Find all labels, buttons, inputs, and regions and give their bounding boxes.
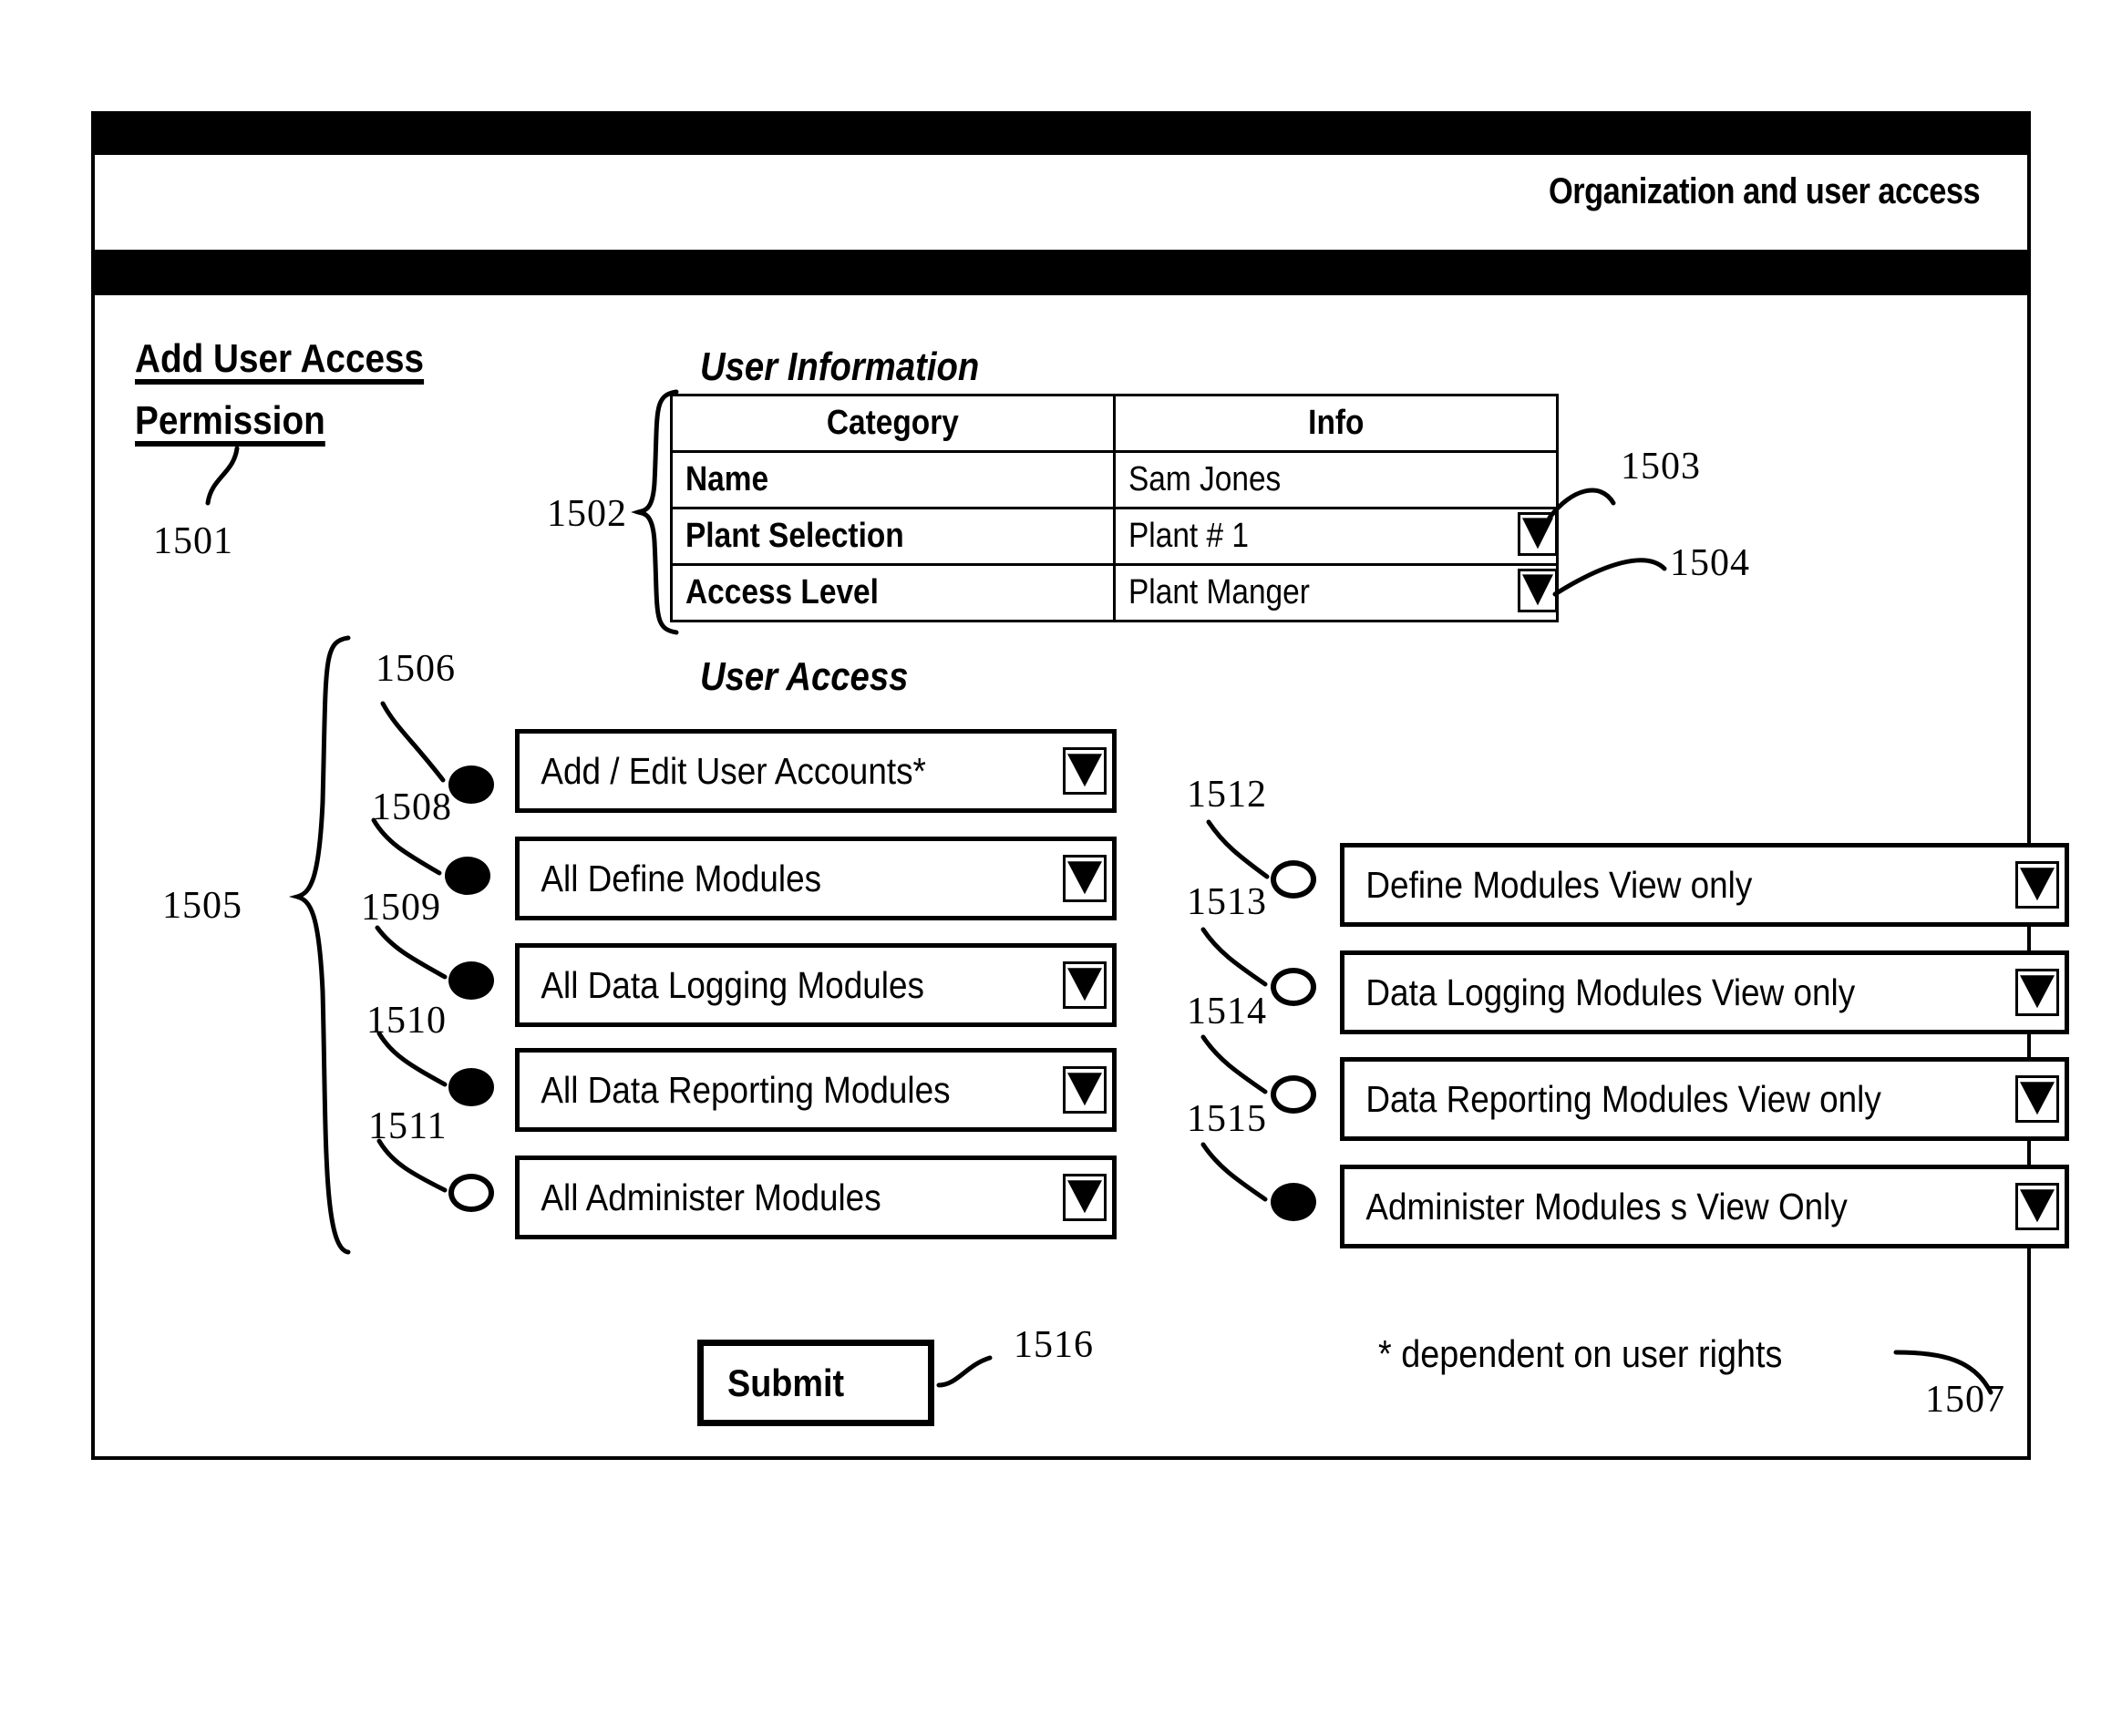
ref-1504: 1504	[1670, 542, 1750, 584]
row-label-plant-selection: Plant Selection	[670, 507, 1116, 566]
access-level-dropdown[interactable]	[1518, 569, 1558, 621]
ref-1501: 1501	[153, 520, 233, 562]
option-label: Add / Edit User Accounts*	[541, 749, 926, 792]
option-label: All Data Reporting Modules	[541, 1068, 951, 1111]
ref-1505: 1505	[162, 885, 242, 927]
chevron-down-icon[interactable]	[1063, 1174, 1107, 1221]
footnote-text: * dependent on user rights	[1378, 1332, 1783, 1375]
table-header-row: Category Info	[670, 394, 1559, 453]
option-add-edit-user-accounts[interactable]: Add / Edit User Accounts*	[515, 729, 1117, 813]
option-label: Data Logging Modules View only	[1365, 971, 1856, 1013]
submit-button[interactable]: Submit	[697, 1340, 934, 1426]
column-header-info: Info	[1113, 394, 1559, 453]
row-value-name: Sam Jones	[1113, 450, 1559, 509]
radio-data-logging-modules-view-only[interactable]	[1271, 968, 1316, 1006]
patent-figure-page: Organization and user access Add User Ac…	[0, 0, 2122, 1736]
ref-1513: 1513	[1187, 881, 1267, 923]
option-label: Data Reporting Modules View only	[1365, 1077, 1881, 1120]
radio-define-modules-view-only[interactable]	[1271, 860, 1316, 899]
ref-1503: 1503	[1621, 446, 1701, 488]
titlebar-top-band	[95, 115, 2027, 155]
ref-1509: 1509	[361, 887, 441, 929]
user-information-table: Category Info Name Sam Jones Plant Selec…	[670, 394, 1559, 622]
table-row: Name Sam Jones	[670, 450, 1559, 509]
user-information-title-text: User Information	[700, 344, 980, 389]
ref-1515: 1515	[1187, 1098, 1267, 1140]
ref-1507: 1507	[1925, 1379, 2005, 1421]
option-all-data-reporting-modules[interactable]: All Data Reporting Modules	[515, 1048, 1117, 1132]
chevron-down-icon[interactable]	[2015, 969, 2059, 1016]
chevron-down-icon[interactable]	[1063, 1066, 1107, 1114]
radio-data-reporting-modules-view-only[interactable]	[1271, 1075, 1316, 1114]
add-user-access-permission-heading: Add User Access Permission	[135, 328, 463, 452]
row-value-plant-selection[interactable]: Plant # 1	[1113, 507, 1559, 566]
option-all-data-logging-modules[interactable]: All Data Logging Modules	[515, 943, 1117, 1027]
ref-1510: 1510	[366, 1000, 447, 1042]
option-label: All Administer Modules	[541, 1176, 881, 1218]
chevron-down-icon[interactable]	[1063, 855, 1107, 902]
radio-add-edit-user-accounts[interactable]	[448, 765, 494, 804]
chevron-down-icon	[1518, 569, 1558, 612]
chevron-down-icon[interactable]	[1063, 747, 1107, 795]
option-data-logging-modules-view-only[interactable]: Data Logging Modules View only	[1340, 950, 2069, 1034]
ref-1511: 1511	[368, 1105, 448, 1147]
ref-1512: 1512	[1187, 774, 1267, 816]
chevron-down-icon[interactable]	[1063, 961, 1107, 1009]
submit-button-label: Submit	[727, 1361, 845, 1404]
row-value-access-level[interactable]: Plant Manger	[1113, 563, 1559, 622]
row-label-access-level: Access Level	[670, 563, 1116, 622]
radio-all-administer-modules[interactable]	[448, 1174, 494, 1212]
user-information-title: User Information	[700, 344, 1021, 390]
chevron-down-icon[interactable]	[2015, 1183, 2059, 1230]
table-row: Access Level Plant Manger	[670, 563, 1559, 622]
user-access-title: User Access	[700, 654, 940, 700]
row-label-name: Name	[670, 450, 1116, 509]
ref-1506: 1506	[376, 648, 456, 690]
option-data-reporting-modules-view-only[interactable]: Data Reporting Modules View only	[1340, 1057, 2069, 1141]
column-header-category: Category	[670, 394, 1116, 453]
chevron-down-icon[interactable]	[2015, 1075, 2059, 1123]
ref-1516: 1516	[1014, 1324, 1094, 1366]
chevron-down-icon[interactable]	[2015, 861, 2059, 909]
heading-line-2: Permission	[135, 398, 325, 443]
ref-1508: 1508	[372, 786, 452, 828]
page-title: Organization and user access	[1548, 171, 1981, 211]
user-access-title-text: User Access	[700, 654, 909, 699]
radio-all-data-reporting-modules[interactable]	[448, 1068, 494, 1106]
ref-1502: 1502	[547, 493, 627, 535]
radio-all-data-logging-modules[interactable]	[448, 961, 494, 1000]
table-row: Plant Selection Plant # 1	[670, 507, 1559, 566]
radio-all-define-modules[interactable]	[445, 857, 490, 895]
option-label: All Data Logging Modules	[541, 963, 924, 1006]
radio-administer-modules-view-only[interactable]	[1271, 1183, 1316, 1221]
option-label: Define Modules View only	[1365, 863, 1753, 906]
option-label: Administer Modules s View Only	[1365, 1185, 1848, 1228]
option-all-define-modules[interactable]: All Define Modules	[515, 837, 1117, 920]
heading-line-1: Add User Access	[135, 336, 425, 381]
option-all-administer-modules[interactable]: All Administer Modules	[515, 1156, 1117, 1239]
option-label: All Define Modules	[541, 857, 822, 899]
option-define-modules-view-only[interactable]: Define Modules View only	[1340, 843, 2069, 927]
plant-selection-dropdown[interactable]	[1518, 512, 1558, 565]
titlebar-bottom-band	[95, 250, 2027, 295]
ref-1514: 1514	[1187, 991, 1267, 1032]
chevron-down-icon	[1518, 512, 1558, 556]
option-administer-modules-view-only[interactable]: Administer Modules s View Only	[1340, 1165, 2069, 1248]
